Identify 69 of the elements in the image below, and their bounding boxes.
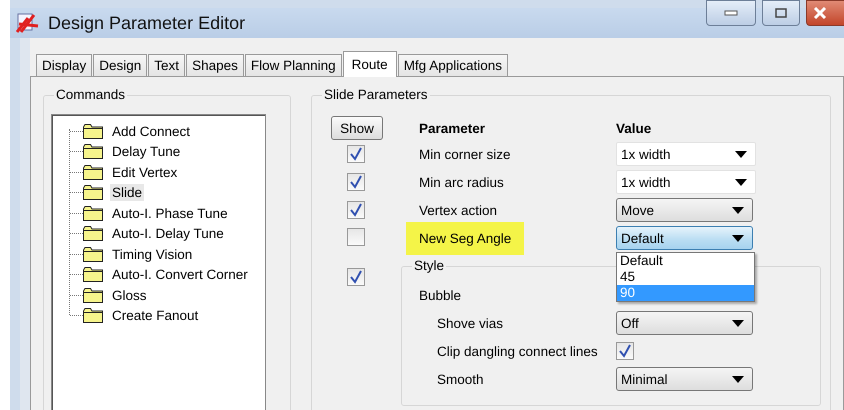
tree-item[interactable]: Auto-I. Phase Tune xyxy=(110,204,230,222)
close-icon xyxy=(813,7,827,19)
folder-icon xyxy=(83,288,103,303)
group-title: Style xyxy=(412,258,446,273)
dropdown[interactable]: 1x width xyxy=(616,170,756,194)
maximize-icon xyxy=(775,8,787,18)
close-button[interactable] xyxy=(806,0,844,26)
tab[interactable]: Flow Planning xyxy=(244,54,342,76)
checkbox[interactable] xyxy=(616,342,634,360)
caret-icon xyxy=(732,320,744,326)
tab[interactable]: Design xyxy=(93,54,148,76)
parameter-label: Clip dangling connect lines xyxy=(437,344,598,358)
tree-item[interactable]: Slide xyxy=(110,184,144,202)
checkbox[interactable] xyxy=(347,268,365,286)
caret-icon xyxy=(735,178,747,186)
tree-item[interactable]: Gloss xyxy=(110,286,149,304)
caret-icon xyxy=(735,150,747,158)
folder-icon xyxy=(83,124,103,139)
tab[interactable]: Text xyxy=(148,54,186,76)
dropdown[interactable]: Minimal xyxy=(616,367,753,391)
dropdown[interactable]: Move xyxy=(616,198,753,222)
dropdown-option[interactable]: 45 xyxy=(617,269,754,285)
checkbox[interactable] xyxy=(347,172,365,190)
caret-icon xyxy=(732,234,744,242)
folder-icon xyxy=(83,308,103,324)
tree-item[interactable]: Delay Tune xyxy=(110,143,182,160)
tree-item[interactable]: Add Connect xyxy=(110,122,192,140)
tree-item[interactable]: Edit Vertex xyxy=(110,164,180,181)
tab[interactable]: Shapes xyxy=(186,54,244,76)
folder-icon xyxy=(83,267,103,282)
checkbox[interactable] xyxy=(347,144,365,162)
checkbox[interactable] xyxy=(347,228,365,246)
maximize-button[interactable] xyxy=(762,0,800,26)
caret-icon xyxy=(732,376,744,382)
highlighted-label: New Seg Angle xyxy=(406,222,524,254)
tab[interactable]: Display xyxy=(36,54,92,76)
column-header: Parameter xyxy=(419,120,486,136)
parameter-label: Min arc radius xyxy=(419,174,504,190)
dropdown[interactable]: 1x width xyxy=(616,142,756,166)
folder-icon xyxy=(83,226,103,242)
window-title: Design Parameter Editor xyxy=(48,12,246,34)
tree-item[interactable]: Auto-I. Convert Corner xyxy=(110,266,250,284)
parameter-label: Shove vias xyxy=(437,316,504,330)
tree-item[interactable]: Auto-I. Delay Tune xyxy=(110,225,226,242)
parameter-label: Smooth xyxy=(437,372,484,386)
parameter-label: Min corner size xyxy=(419,146,511,162)
checkbox[interactable] xyxy=(347,200,365,218)
folder-icon xyxy=(83,206,103,221)
app-icon xyxy=(16,12,40,34)
group-title: Commands xyxy=(54,87,128,102)
tree-item[interactable]: Timing Vision xyxy=(110,246,194,263)
caret-icon xyxy=(732,206,744,214)
column-header: Value xyxy=(616,120,652,136)
tab[interactable]: Mfg Applications xyxy=(398,54,508,76)
folder-icon xyxy=(83,164,103,180)
show-button[interactable]: Show xyxy=(331,116,383,140)
dropdown[interactable]: Default xyxy=(616,226,753,250)
folder-icon xyxy=(83,185,103,200)
group-title: Slide Parameters xyxy=(322,87,430,102)
parameter-label: Vertex action xyxy=(419,202,498,218)
parameter-label: Bubble xyxy=(419,288,462,302)
folder-icon xyxy=(83,246,103,262)
tab[interactable]: Route xyxy=(342,51,397,77)
folder-icon xyxy=(83,144,103,160)
tree-item[interactable]: Create Fanout xyxy=(110,307,200,324)
dropdown-option[interactable]: Default xyxy=(617,253,754,269)
dropdown[interactable]: Off xyxy=(616,311,753,335)
minimize-button[interactable] xyxy=(706,0,756,26)
minimize-icon xyxy=(724,10,738,16)
